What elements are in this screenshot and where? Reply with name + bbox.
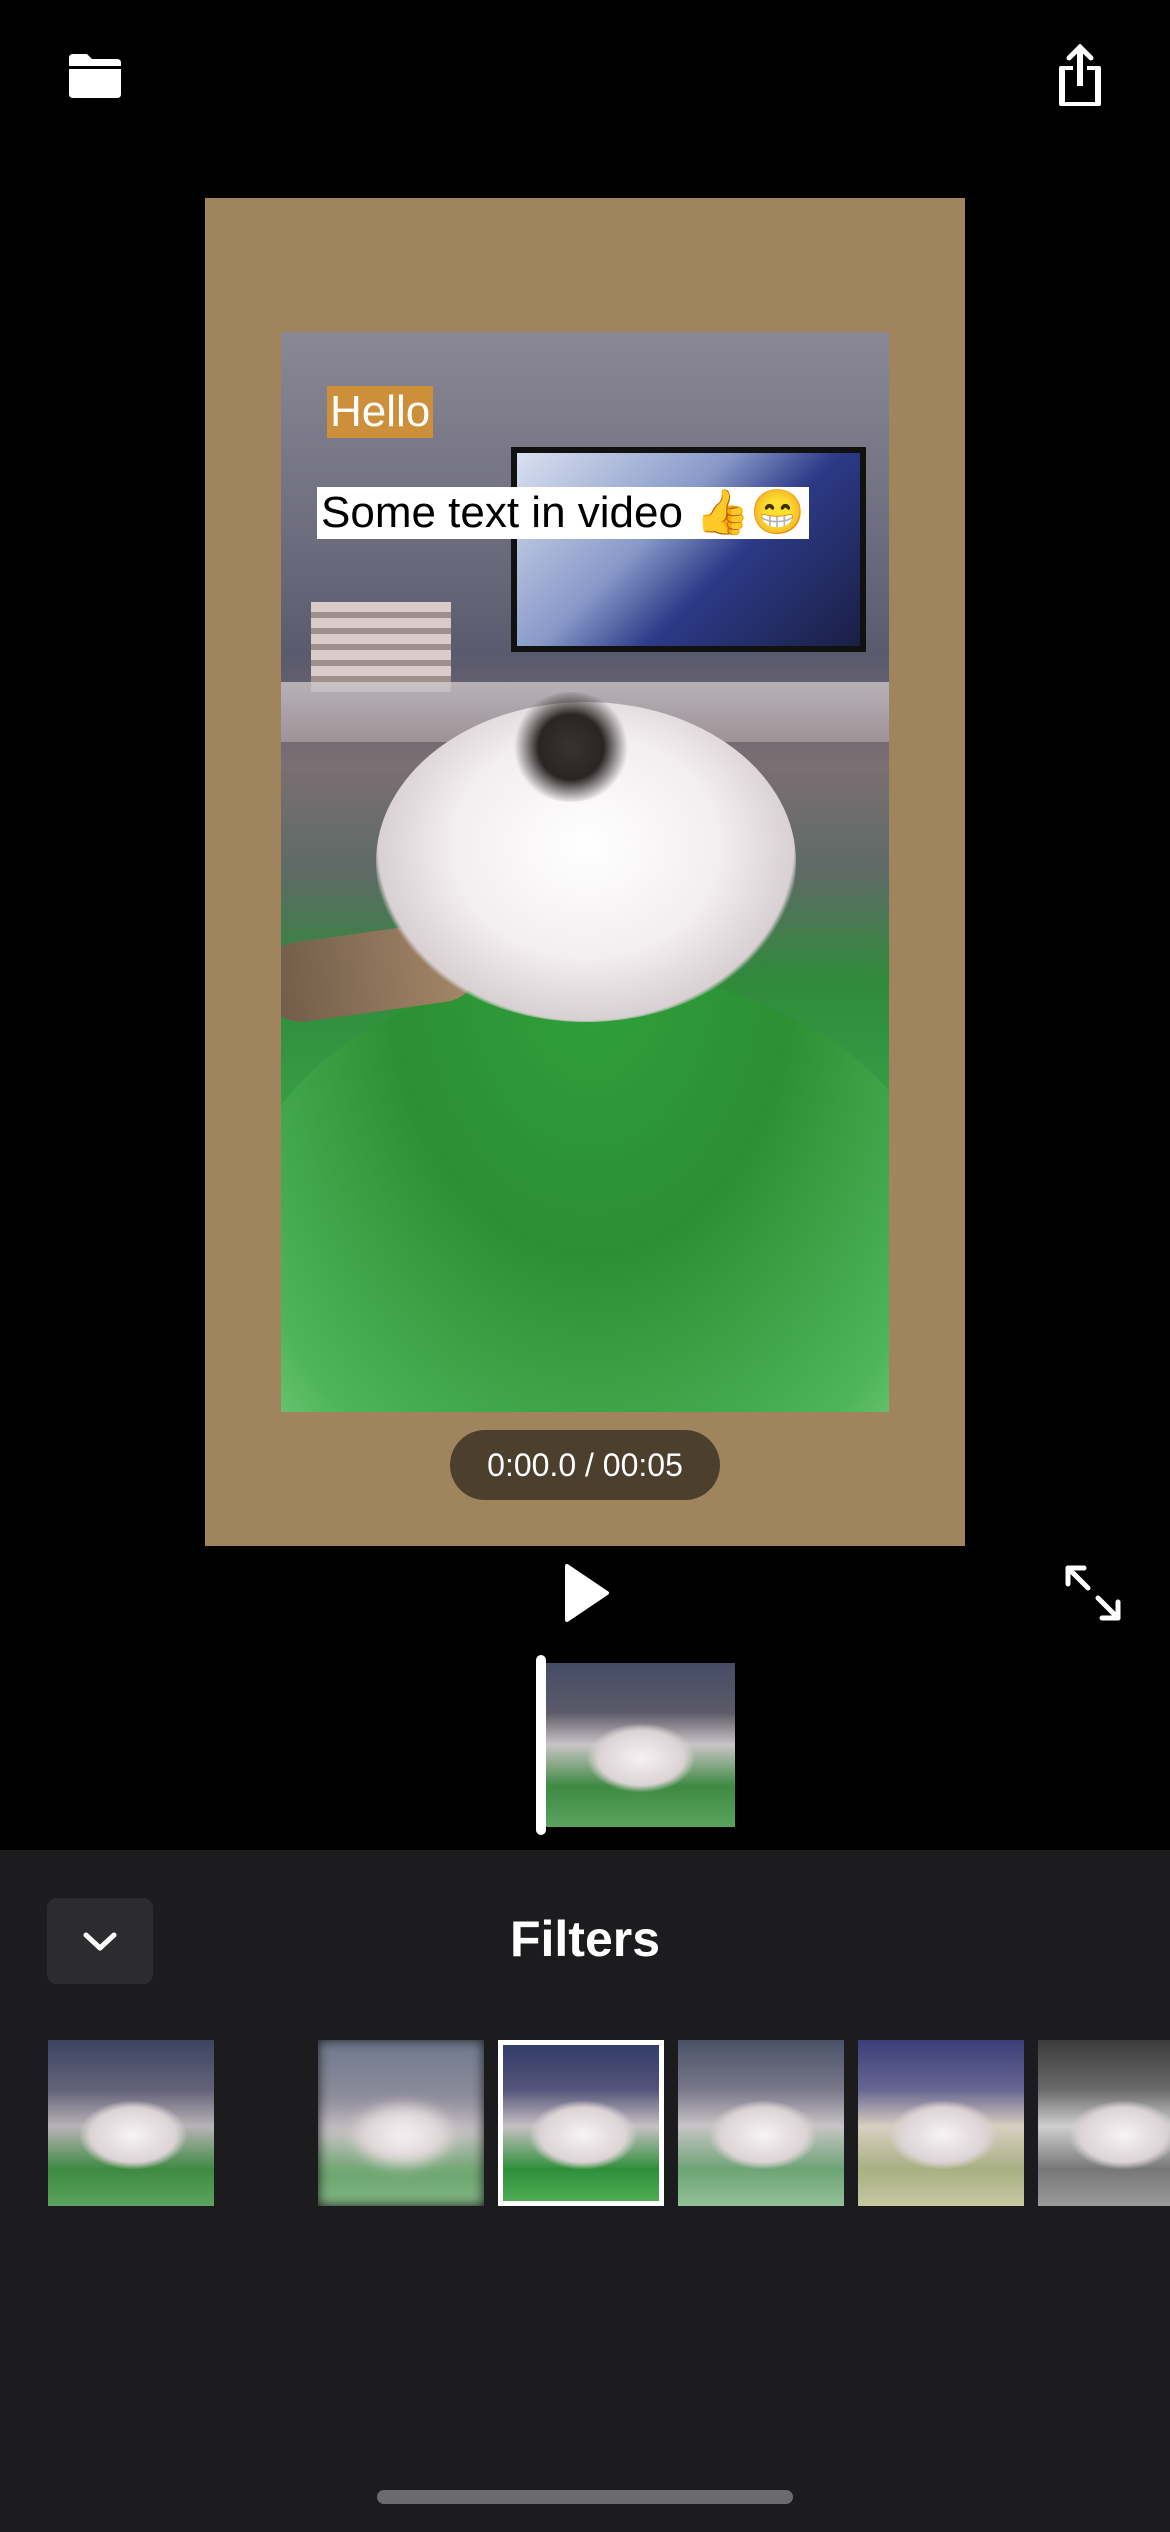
text-overlay-caption[interactable]: Some text in video 👍😁 [317,487,809,539]
home-indicator [377,2490,793,2504]
filter-thumb-mono[interactable] [1038,2040,1170,2206]
video-editor-screen: Hello Some text in video 👍😁 0:00.0 / 00:… [0,0,1170,2532]
filters-panel: Filters [0,1850,1170,2532]
text-overlay-hello[interactable]: Hello [327,386,434,438]
open-folder-button[interactable] [55,40,135,110]
fullscreen-button[interactable] [1060,1560,1126,1626]
share-icon [1059,44,1101,106]
filter-thumb-normal[interactable] [48,2040,214,2206]
filter-thumb-selected[interactable] [498,2040,664,2206]
timeline-clip[interactable] [546,1663,735,1827]
scene-tv [511,447,866,652]
scene-cat-head [511,692,631,802]
timeline-playhead[interactable] [536,1655,546,1835]
filters-carousel[interactable] [0,2040,1170,2210]
folder-icon [69,54,121,98]
video-canvas[interactable]: Hello Some text in video 👍😁 0:00.0 / 00:… [205,198,965,1546]
play-button[interactable] [555,1560,615,1626]
timecode-label: 0:00.0 / 00:05 [450,1430,720,1500]
video-preview[interactable]: Hello Some text in video 👍😁 [281,332,889,1412]
panel-title: Filters [509,1911,661,1967]
filter-thumb-fade[interactable] [678,2040,844,2206]
scene-books [311,602,451,692]
timeline[interactable] [530,1655,740,1835]
filter-thumb-instant[interactable] [858,2040,1024,2206]
filter-thumb-blur[interactable] [318,2040,484,2206]
play-icon [565,1564,609,1622]
expand-icon [1065,1565,1121,1621]
share-button[interactable] [1040,36,1120,116]
scene-blanket [281,972,889,1412]
